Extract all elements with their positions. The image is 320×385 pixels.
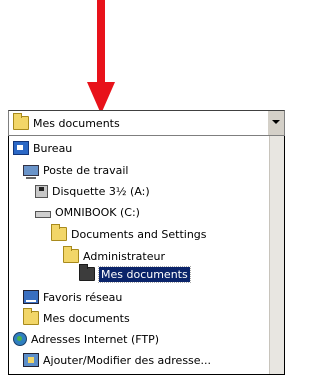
combo-selected-item: Mes documents — [13, 113, 120, 133]
list-item-mes-documents[interactable]: Mes documents — [23, 308, 130, 328]
network-icon — [23, 290, 39, 304]
globe-icon — [13, 332, 27, 346]
computer-icon — [23, 164, 39, 179]
drive-icon — [35, 210, 51, 218]
list-item-documents-and-settings[interactable]: Documents and Settings — [51, 224, 207, 244]
combo-selected-label: Mes documents — [33, 116, 120, 130]
list-item-disquette[interactable]: Disquette 3½ (A:) — [35, 181, 150, 201]
desktop-icon — [13, 141, 29, 155]
folder-icon — [79, 264, 95, 281]
chevron-down-icon[interactable] — [267, 111, 284, 135]
ftp-icon — [23, 353, 39, 367]
list-item-ajouter-modifier[interactable]: Ajouter/Modifier des adresse... — [23, 350, 211, 370]
folder-icon — [51, 224, 67, 241]
list-scrollbar[interactable] — [269, 136, 284, 374]
list-item-bureau[interactable]: Bureau — [13, 138, 72, 158]
red-arrow-shaft — [97, 0, 105, 84]
folder-icon — [13, 113, 29, 130]
folder-icon — [63, 246, 79, 263]
list-item-administrateur[interactable]: Administrateur — [63, 246, 165, 266]
location-combo-box[interactable]: Mes documents — [8, 110, 285, 136]
list-item-favoris-reseau[interactable]: Favoris réseau — [23, 287, 122, 307]
list-item-adresses-internet[interactable]: Adresses Internet (FTP) — [13, 329, 159, 349]
list-item-omnibook[interactable]: OMNIBOOK (C:) — [35, 202, 140, 222]
floppy-icon — [35, 184, 48, 198]
list-item-mes-documents-selected[interactable]: Mes documents — [79, 264, 191, 284]
folder-icon — [23, 308, 39, 325]
location-dropdown-list: Bureau Poste de travail Disquette 3½ (A:… — [8, 136, 285, 375]
list-item-poste-de-travail[interactable]: Poste de travail — [23, 160, 128, 180]
